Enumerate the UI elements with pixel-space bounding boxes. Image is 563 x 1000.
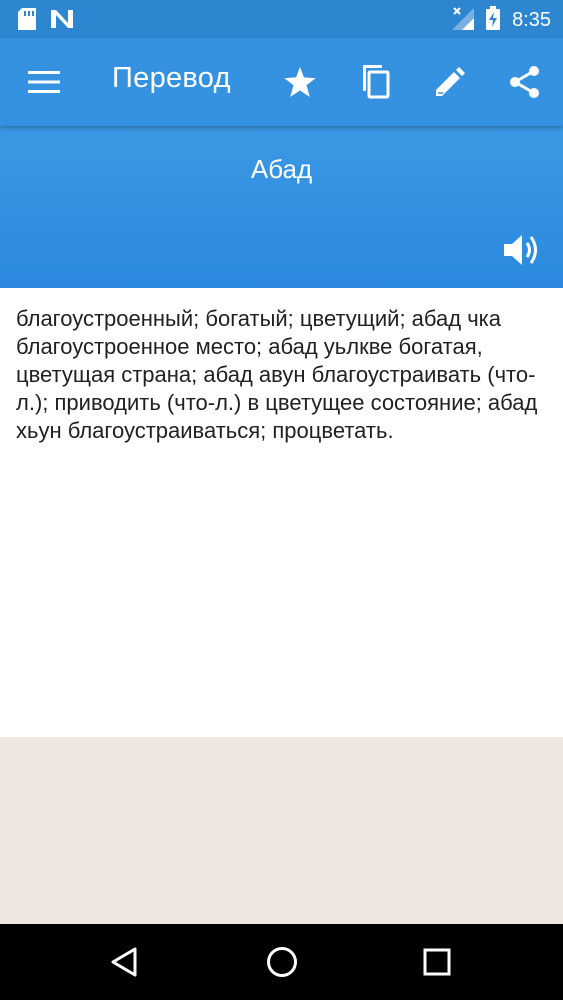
back-icon[interactable] xyxy=(100,938,148,986)
n-notification-icon xyxy=(50,9,74,33)
status-bar: 8:35 xyxy=(0,0,563,38)
share-icon[interactable] xyxy=(503,60,547,104)
translation-text: благоустроенный; богатый; цветущий; абад… xyxy=(16,306,538,443)
ad-area xyxy=(0,737,563,924)
app-bar: Перевод xyxy=(0,38,563,126)
recents-icon[interactable] xyxy=(413,938,461,986)
copy-icon[interactable] xyxy=(353,60,397,104)
word-header: Абад xyxy=(0,126,563,288)
signal-icon xyxy=(452,6,475,34)
headword: Абад xyxy=(250,154,313,184)
sd-card-icon xyxy=(18,8,36,34)
star-icon[interactable] xyxy=(278,60,322,104)
edit-icon[interactable] xyxy=(428,60,472,104)
page-title: Перевод xyxy=(112,62,231,94)
speaker-icon[interactable] xyxy=(501,228,545,272)
status-time: 8:35 xyxy=(512,9,551,31)
navigation-bar xyxy=(0,924,563,1000)
battery-charging-icon xyxy=(486,6,501,34)
home-icon[interactable] xyxy=(258,938,306,986)
menu-icon[interactable] xyxy=(22,60,66,104)
